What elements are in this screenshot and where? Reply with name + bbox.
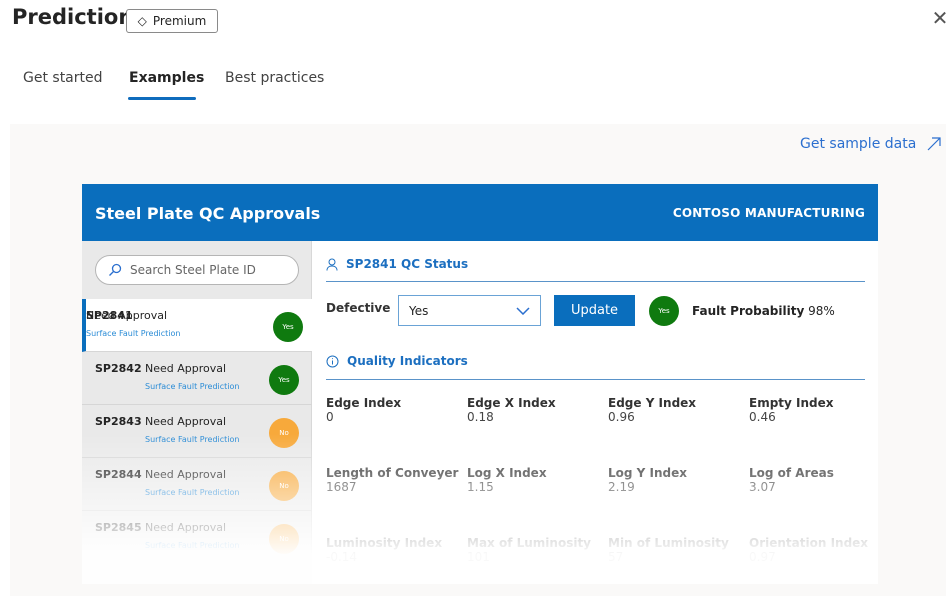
plate-status: Need Approval	[145, 415, 227, 428]
brand-name: CONTOSO MANUFACTURING	[672, 206, 865, 220]
fault-probability-value: 98%	[808, 304, 835, 318]
indicator: Empty Index 0.46	[749, 396, 878, 424]
indicator-label: Empty Index	[749, 396, 834, 410]
search-placeholder: Search Steel Plate ID	[130, 263, 256, 277]
qc-status-header: SP2841 QC Status	[326, 257, 468, 271]
close-icon[interactable]: ✕	[930, 8, 950, 28]
info-icon	[326, 355, 339, 367]
page-title: Prediction	[12, 5, 134, 29]
defective-label: Defective	[326, 301, 391, 315]
indicator-label: Edge X Index	[467, 396, 556, 410]
tab-get-started[interactable]: Get started	[23, 70, 103, 86]
plate-subtitle: Surface Fault Prediction	[145, 382, 240, 391]
premium-button[interactable]: ◇ Premium	[126, 9, 218, 33]
indicator-value: 0.96	[608, 410, 635, 424]
indicator: Edge Y Index 0.96	[608, 396, 748, 424]
fade-overlay	[82, 434, 878, 584]
chevron-down-icon	[516, 306, 530, 315]
tab-best-practices[interactable]: Best practices	[225, 70, 324, 86]
active-tab-indicator	[128, 97, 196, 100]
defective-value: Yes	[409, 303, 429, 318]
quality-indicators-title: Quality Indicators	[347, 354, 468, 368]
indicator: Edge X Index 0.18	[467, 396, 607, 424]
sample-link-label: Get sample data	[800, 136, 917, 152]
search-input[interactable]: Search Steel Plate ID	[95, 255, 299, 285]
indicator-label: Edge Index	[326, 396, 402, 410]
app-title: Steel Plate QC Approvals	[95, 204, 321, 223]
list-item[interactable]: SP2842 Need Approval Surface Fault Predi…	[82, 352, 312, 405]
premium-label: Premium	[152, 14, 207, 28]
diamond-icon: ◇	[137, 14, 147, 28]
search-icon	[109, 263, 122, 276]
plate-id: SP2843	[95, 415, 142, 428]
person-icon	[326, 258, 338, 271]
app-header: Steel Plate QC Approvals CONTOSO MANUFAC…	[82, 184, 878, 241]
get-sample-data-link[interactable]: Get sample data	[800, 136, 942, 152]
prediction-badge: Yes	[273, 312, 303, 342]
plate-id: SP2842	[95, 362, 142, 375]
update-button[interactable]: Update	[554, 295, 635, 326]
divider	[326, 281, 865, 282]
example-app-preview: Steel Plate QC Approvals CONTOSO MANUFAC…	[82, 184, 878, 584]
plate-subtitle: Surface Fault Prediction	[86, 329, 181, 338]
quality-indicators-header: Quality Indicators	[326, 354, 468, 368]
indicator-value: 0.46	[749, 410, 776, 424]
indicator-value: 0	[326, 410, 334, 424]
indicator: Edge Index 0	[326, 396, 466, 424]
indicator-label: Edge Y Index	[608, 396, 697, 410]
fault-probability-label: Fault Probability	[692, 304, 805, 318]
tab-examples[interactable]: Examples	[129, 70, 204, 86]
fault-status-badge: Yes	[649, 296, 679, 326]
plate-status: Need Approval	[86, 309, 168, 322]
fault-probability: Fault Probability 98%	[692, 304, 835, 318]
prediction-badge: Yes	[269, 365, 299, 395]
arrow-up-right-icon	[927, 137, 941, 151]
plate-status: Need Approval	[145, 362, 227, 375]
divider	[326, 379, 865, 380]
indicator-value: 0.18	[467, 410, 494, 424]
qc-status-title: SP2841 QC Status	[346, 257, 469, 271]
list-item[interactable]: SP2841 Need Approval Surface Fault Predi…	[82, 299, 312, 352]
defective-dropdown[interactable]: Yes	[398, 295, 541, 326]
